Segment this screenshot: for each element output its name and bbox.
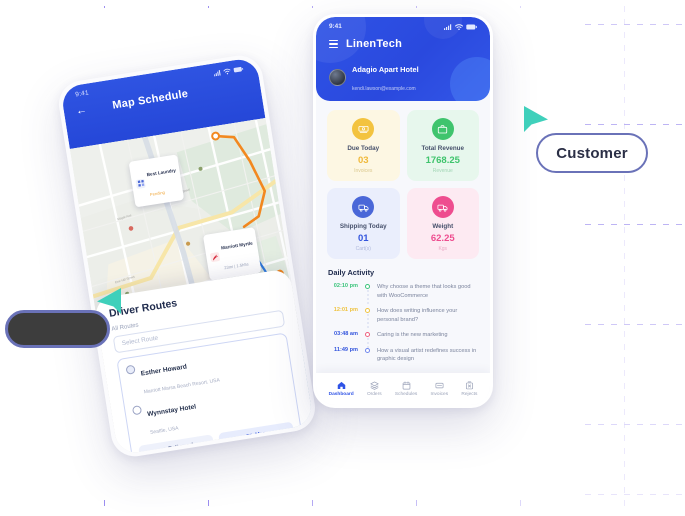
activity-dot-icon bbox=[365, 347, 370, 353]
location-pin-icon bbox=[131, 405, 143, 416]
dashboard-phone: 9:41 LinenTech Adagio Apart Hotel kendi.… bbox=[313, 14, 493, 408]
brand-title: LinenTech bbox=[346, 38, 402, 50]
activity-text: Why choose a theme that looks good with … bbox=[377, 284, 471, 299]
activity-time: 02:10 pm bbox=[333, 283, 358, 289]
activity-time: 03:48 am bbox=[334, 331, 358, 338]
customer-badge[interactable]: Customer bbox=[536, 133, 648, 173]
map-callout[interactable]: Best Laundry Pending bbox=[128, 154, 185, 208]
qr-code-icon bbox=[135, 178, 146, 189]
stat-label: Weight bbox=[432, 223, 454, 230]
nav-item-schedules[interactable]: Schedules bbox=[395, 381, 417, 397]
activity-item[interactable]: 03:48 am Caring is the new marketing bbox=[328, 331, 478, 355]
stat-card-weight[interactable]: Weight 62.25 Kgs bbox=[406, 188, 479, 259]
nav-label: Schedules bbox=[394, 392, 418, 397]
map-callout[interactable]: Marriott Myrtle 23mi | 1.5h5s bbox=[202, 227, 262, 281]
activity-dot-icon bbox=[365, 308, 370, 314]
route-name: Esther Howard bbox=[140, 363, 188, 378]
user-profile[interactable]: Adagio Apart Hotel kendi.lawson@example.… bbox=[316, 50, 490, 95]
user-name: Adagio Apart Hotel bbox=[352, 65, 419, 74]
callout-name: Marriott Myrtle bbox=[220, 240, 254, 251]
activity-text: How does writing influence your personal… bbox=[377, 308, 458, 323]
activity-item[interactable]: 11:49 pm How a visual artist redefines s… bbox=[328, 347, 478, 364]
driver-routes-panel: Driver Routes All Routes Select Route Es… bbox=[93, 268, 314, 456]
nav-label: Invoices bbox=[430, 392, 449, 397]
activity-time: 12:01 pm bbox=[333, 307, 358, 314]
stat-sub: Cart(s) bbox=[355, 246, 371, 252]
activity-item[interactable]: 02:10 pm Why choose a theme that looks g… bbox=[328, 283, 478, 306]
nav-item-dashboard[interactable]: Dashboard bbox=[329, 381, 354, 397]
daily-activity-title: Daily Activity bbox=[328, 268, 375, 277]
customer-badge-label: Customer bbox=[556, 144, 628, 162]
stats-grid: Due Today 03 Invoices Total Revenue 1768… bbox=[316, 101, 490, 259]
route-address: Seattle, USA bbox=[149, 425, 179, 436]
map-page-title: Map Schedule bbox=[111, 87, 189, 112]
activity-time: 11:49 pm bbox=[334, 346, 358, 353]
invoice-icon bbox=[435, 382, 444, 389]
stat-sub: Invoices bbox=[354, 168, 373, 174]
daily-activity-section: Daily Activity 02:10 pm Why choose a the… bbox=[316, 259, 490, 364]
select-route-placeholder: Select Route bbox=[121, 334, 159, 348]
bottom-navigation: Dashboard Orders Schedules Invoices Reje… bbox=[316, 373, 490, 405]
dark-pill-badge[interactable] bbox=[5, 310, 110, 348]
hamburger-menu-icon[interactable] bbox=[329, 40, 338, 48]
stat-card-total-revenue[interactable]: Total Revenue 1768.25 Revenue bbox=[406, 110, 479, 181]
signal-icon bbox=[444, 23, 452, 30]
money-icon bbox=[352, 118, 375, 140]
stat-label: Due Today bbox=[347, 145, 380, 152]
nav-item-invoices[interactable]: Invoices bbox=[430, 381, 449, 397]
wifi-icon bbox=[455, 23, 463, 30]
avatar bbox=[329, 68, 346, 86]
stat-value: 01 bbox=[357, 233, 369, 244]
cursor-arrow-icon bbox=[524, 106, 548, 132]
user-email: kendi.lawson@example.com bbox=[352, 86, 416, 92]
activity-item[interactable]: 12:01 pm How does writing influence your… bbox=[328, 307, 478, 331]
nav-item-rejects[interactable]: Rejects bbox=[461, 381, 477, 397]
nav-item-orders[interactable]: Orders bbox=[367, 381, 382, 397]
activity-text: How a visual artist redefines success in… bbox=[377, 347, 477, 363]
stat-card-shipping-today[interactable]: Shipping Today 01 Cart(s) bbox=[327, 188, 400, 259]
briefcase-icon bbox=[431, 118, 454, 140]
activity-dot-icon bbox=[365, 332, 370, 338]
activity-dot-icon bbox=[365, 284, 370, 289]
callout-name: Best Laundry bbox=[146, 167, 177, 178]
home-icon bbox=[337, 381, 345, 389]
nav-label: Dashboard bbox=[328, 392, 354, 397]
truck-icon bbox=[352, 196, 375, 218]
status-time: 9:41 bbox=[329, 23, 342, 30]
stat-label: Total Revenue bbox=[421, 145, 465, 152]
stat-card-due-today[interactable]: Due Today 03 Invoices bbox=[327, 110, 400, 181]
stat-label: Shipping Today bbox=[339, 223, 387, 230]
nav-label: Rejects bbox=[461, 392, 478, 397]
stat-value: 62.25 bbox=[430, 233, 455, 244]
stat-sub: Kgs bbox=[438, 246, 448, 252]
back-arrow-icon[interactable]: ← bbox=[75, 103, 88, 117]
stat-value: 1768.25 bbox=[425, 155, 460, 166]
nav-label: Orders bbox=[366, 392, 382, 397]
reject-icon bbox=[465, 381, 473, 390]
callout-status: Pending bbox=[149, 189, 166, 198]
signal-icon bbox=[213, 69, 221, 77]
hotel-logo-icon bbox=[209, 251, 221, 262]
calendar-icon bbox=[402, 381, 410, 390]
layers-icon bbox=[370, 381, 379, 390]
wifi-icon bbox=[223, 68, 231, 74]
callout-status: 23mi | 1.5h5s bbox=[223, 261, 249, 271]
user-pin-icon bbox=[125, 364, 136, 375]
route-name: Wynnstay Hotel bbox=[146, 403, 197, 419]
dashboard-header: 9:41 LinenTech Adagio Apart Hotel kendi.… bbox=[316, 17, 490, 101]
battery-icon bbox=[466, 24, 477, 29]
screenshot-root: 9:41 ← Map Schedule Maple Ave Street Eri… bbox=[0, 0, 685, 516]
stat-sub: Revenue bbox=[432, 168, 453, 174]
stat-value: 03 bbox=[357, 155, 369, 166]
status-bar: 9:41 bbox=[316, 17, 490, 30]
scale-truck-icon bbox=[431, 196, 454, 218]
activity-text: Caring is the new marketing bbox=[377, 332, 448, 339]
